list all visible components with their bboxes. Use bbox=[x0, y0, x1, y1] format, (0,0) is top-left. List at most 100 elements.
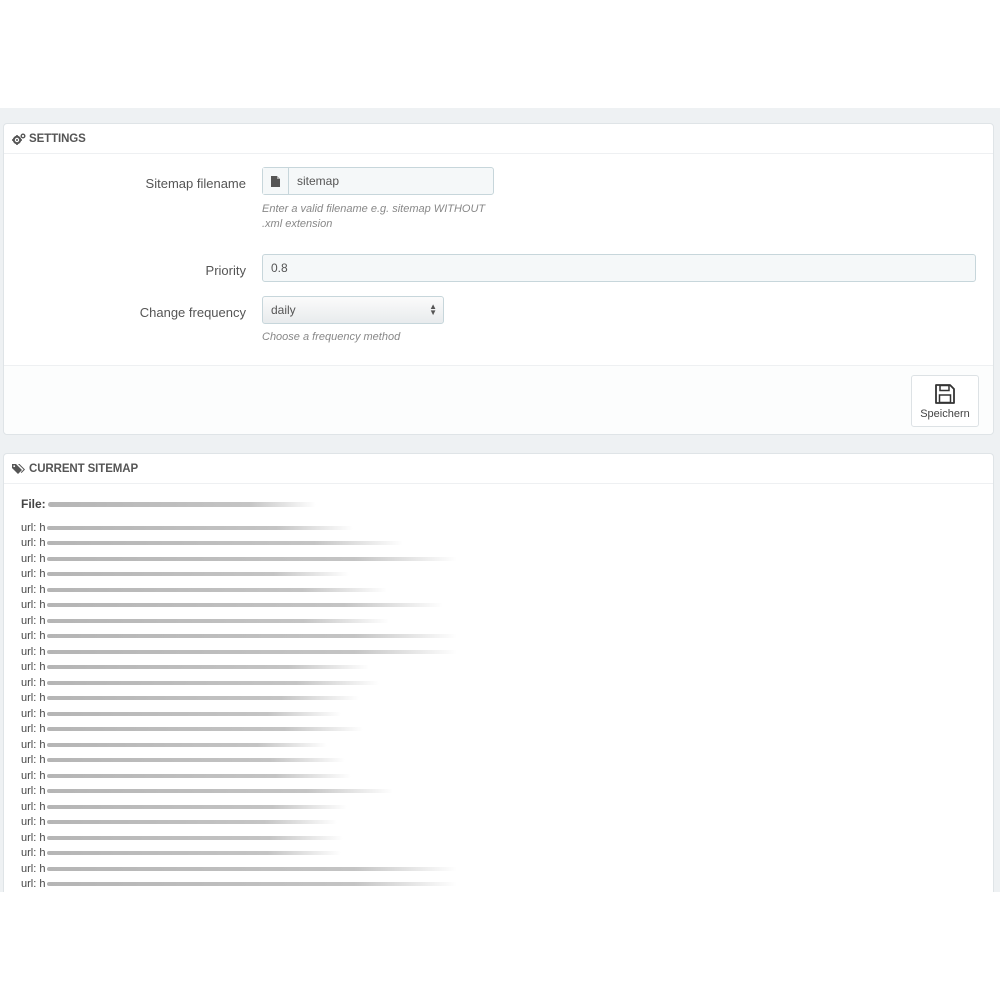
url-label: url: h bbox=[21, 521, 46, 534]
save-button[interactable]: Speichern bbox=[911, 375, 979, 427]
frequency-label: Change frequency bbox=[139, 305, 246, 320]
url-label: url: h bbox=[21, 614, 46, 627]
url-row: url: h bbox=[21, 753, 457, 769]
frequency-help: Choose a frequency method bbox=[262, 331, 401, 343]
url-row: url: h bbox=[21, 629, 458, 645]
url-row: url: h bbox=[21, 598, 457, 614]
url-blurred bbox=[47, 680, 380, 685]
url-row: url: h bbox=[21, 815, 457, 831]
url-row: url: h bbox=[21, 567, 457, 583]
priority-label: Priority bbox=[205, 263, 246, 278]
url-label: url: h bbox=[21, 707, 46, 720]
settings-panel: SETTINGS Sitemap filename Enter a valid … bbox=[3, 123, 994, 435]
url-label: url: h bbox=[21, 723, 46, 736]
filename-input[interactable] bbox=[289, 168, 493, 194]
url-blurred bbox=[47, 835, 344, 840]
file-path-blurred bbox=[47, 501, 316, 507]
url-row: url: h bbox=[21, 737, 457, 753]
url-blurred bbox=[47, 696, 360, 701]
url-row: url: h bbox=[21, 722, 457, 738]
url-label: url: h bbox=[21, 754, 46, 767]
url-blurred bbox=[47, 820, 338, 825]
url-blurred bbox=[47, 866, 458, 871]
url-label: url: h bbox=[21, 661, 46, 674]
frequency-select[interactable]: daily ▲ ▼ bbox=[262, 296, 444, 324]
url-row: url: h bbox=[21, 551, 458, 567]
select-arrows-icon: ▲ ▼ bbox=[429, 302, 437, 317]
sitemap-heading: CURRENT SITEMAP bbox=[4, 454, 993, 484]
url-row: url: h bbox=[21, 613, 457, 629]
url-blurred bbox=[47, 711, 342, 716]
url-row: url: h bbox=[21, 846, 457, 862]
save-label: Speichern bbox=[920, 407, 970, 420]
url-row: url: h bbox=[21, 536, 457, 552]
url-row: url: h bbox=[21, 520, 457, 536]
file-row: File: bbox=[21, 497, 316, 511]
settings-heading: SETTINGS bbox=[4, 124, 993, 154]
url-blurred bbox=[47, 665, 370, 670]
url-label: url: h bbox=[21, 816, 46, 829]
url-label: url: h bbox=[21, 862, 46, 875]
priority-input[interactable] bbox=[262, 254, 976, 282]
url-row: url: h bbox=[21, 660, 457, 676]
url-blurred bbox=[47, 727, 364, 732]
url-row: url: h bbox=[21, 582, 457, 598]
url-label: url: h bbox=[21, 831, 46, 844]
frequency-selected-value: daily bbox=[271, 303, 296, 317]
url-label: url: h bbox=[21, 800, 46, 813]
url-label: url: h bbox=[21, 676, 46, 689]
url-blurred bbox=[47, 789, 394, 794]
url-blurred bbox=[47, 773, 352, 778]
url-row: url: h bbox=[21, 706, 457, 722]
url-blurred bbox=[47, 649, 458, 654]
url-label: url: h bbox=[21, 769, 46, 782]
url-label: url: h bbox=[21, 630, 46, 643]
url-blurred bbox=[47, 541, 404, 546]
url-blurred bbox=[47, 742, 328, 747]
url-label: url: h bbox=[21, 583, 46, 596]
url-blurred bbox=[47, 572, 350, 577]
url-label: url: h bbox=[21, 537, 46, 550]
url-label: url: h bbox=[21, 552, 46, 565]
url-row: url: h bbox=[21, 830, 457, 846]
url-blurred bbox=[47, 882, 458, 887]
url-blurred bbox=[47, 587, 388, 592]
settings-footer: Speichern bbox=[4, 365, 993, 434]
file-label: File: bbox=[21, 497, 46, 511]
url-label: url: h bbox=[21, 568, 46, 581]
file-icon bbox=[263, 168, 289, 194]
url-label: url: h bbox=[21, 847, 46, 860]
url-row: url: h bbox=[21, 799, 457, 815]
url-blurred bbox=[47, 758, 346, 763]
sitemap-panel: CURRENT SITEMAP File: url: h url: h url: h… bbox=[3, 453, 994, 892]
url-row: url: h bbox=[21, 768, 457, 784]
url-row: url: h bbox=[21, 861, 458, 877]
gears-icon bbox=[12, 132, 26, 146]
url-row: url: h bbox=[21, 691, 457, 707]
url-label: url: h bbox=[21, 878, 46, 891]
url-list: url: h url: h url: h url: h url: h url: h url:… bbox=[21, 520, 458, 893]
url-blurred bbox=[47, 804, 348, 809]
url-label: url: h bbox=[21, 785, 46, 798]
url-blurred bbox=[47, 603, 444, 608]
url-label: url: h bbox=[21, 599, 46, 612]
url-blurred bbox=[47, 525, 354, 530]
url-blurred bbox=[47, 618, 390, 623]
filename-help: Enter a valid filename e.g. sitemap WITH… bbox=[262, 203, 486, 230]
url-row: url: h bbox=[21, 877, 458, 893]
url-row: url: h bbox=[21, 784, 457, 800]
url-label: url: h bbox=[21, 692, 46, 705]
filename-label: Sitemap filename bbox=[145, 176, 246, 191]
url-row: url: h bbox=[21, 675, 457, 691]
url-blurred bbox=[47, 634, 458, 639]
url-row: url: h bbox=[21, 644, 458, 660]
sitemap-title: CURRENT SITEMAP bbox=[29, 462, 139, 475]
floppy-disk-icon bbox=[935, 383, 955, 404]
url-label: url: h bbox=[21, 738, 46, 751]
settings-title: SETTINGS bbox=[29, 132, 86, 145]
filename-input-group bbox=[262, 167, 494, 195]
tags-icon bbox=[12, 462, 26, 476]
url-label: url: h bbox=[21, 645, 46, 658]
url-blurred bbox=[47, 851, 342, 856]
url-blurred bbox=[47, 556, 458, 561]
